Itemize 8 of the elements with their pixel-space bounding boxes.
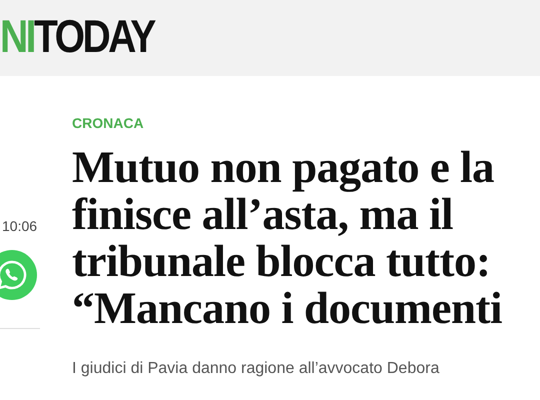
headline-line: tribunale blocca tutto: [72,238,490,285]
headline-line: “Mancano i documenti [72,285,502,332]
headline-line: Mutuo non pagato e la [72,144,494,191]
article-subtitle: I giudici di Pavia danno ragione all’avvocato Debora [72,360,440,378]
site-logo[interactable]: NITODAY [0,13,154,59]
publish-time: 10:06 [2,217,38,236]
headline-line: finisce all’asta, ma il [72,191,453,238]
whatsapp-share-icon[interactable] [0,250,37,300]
